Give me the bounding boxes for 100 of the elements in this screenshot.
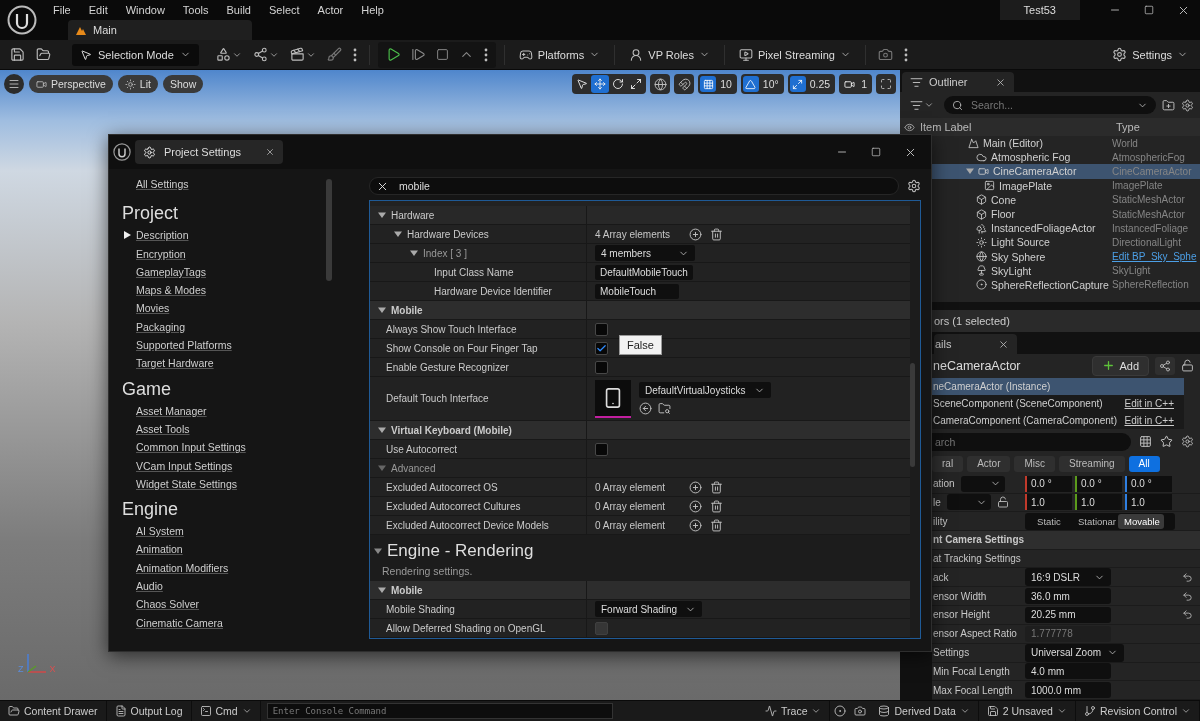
scrollbar-thumb[interactable] (910, 363, 915, 467)
status-bar-button[interactable]: Cmd (191, 700, 261, 721)
checkbox[interactable] (595, 360, 608, 374)
asset-thumbnail[interactable] (595, 379, 631, 418)
component-row[interactable]: CameraComponent (CameraComponent) Edit in C++ (932, 411, 1184, 429)
segment-option[interactable]: Movable (1118, 513, 1164, 529)
expander-arrow-icon[interactable] (378, 306, 386, 314)
component-row[interactable]: neCameraActor (Instance) (932, 377, 1184, 395)
filter-tab[interactable]: Actor (967, 455, 1011, 472)
toolbar-menu[interactable]: Pixel Streaming (732, 42, 857, 67)
nav-link[interactable]: AI System (136, 522, 184, 541)
component-row[interactable]: SceneComponent (SceneComponent) Edit in C++ (932, 394, 1184, 412)
nav-link[interactable]: GameplayTags (136, 262, 207, 282)
category-row[interactable]: Mobile (370, 581, 910, 600)
snap-button[interactable]: 1 (839, 74, 872, 94)
nav-link[interactable]: Animation (136, 540, 183, 559)
group-row[interactable]: Hardware (370, 206, 910, 225)
snap-button[interactable]: 0.25 (787, 74, 836, 94)
transform-tool[interactable] (591, 75, 610, 93)
number-field[interactable]: 1.0 (1025, 494, 1072, 511)
settings-icon[interactable] (1181, 435, 1194, 449)
window-tab[interactable]: Project Settings (135, 140, 283, 164)
checkbox[interactable] (595, 341, 608, 355)
outliner-row[interactable]: Floor StaticMeshActor (932, 206, 1200, 222)
blueprint-button[interactable] (1155, 356, 1175, 375)
add-element-icon[interactable] (689, 499, 702, 513)
outliner-tab[interactable]: Outliner (902, 72, 1014, 92)
struct-dropdown[interactable]: 4 members (595, 245, 695, 261)
layout-button[interactable] (876, 74, 896, 94)
viewport-option-button[interactable]: Show (162, 75, 204, 93)
add-element-icon[interactable] (689, 227, 702, 241)
nav-link[interactable]: Animation Modifiers (136, 558, 229, 578)
nav-link[interactable]: VCam Input Settings (136, 456, 233, 475)
input-field[interactable]: 4.0 mm (1025, 663, 1111, 680)
input-field[interactable]: MobileTouch (595, 283, 679, 299)
trash-icon[interactable] (710, 227, 723, 241)
number-field[interactable]: 0.0 ° (1025, 475, 1072, 492)
reset-icon[interactable] (1182, 609, 1193, 621)
snap-button[interactable]: 10° (740, 74, 784, 94)
search-input[interactable]: Search... (969, 98, 1131, 112)
menu-item[interactable]: Window (116, 0, 174, 20)
menu-item[interactable]: File (44, 0, 80, 20)
trash-icon[interactable] (710, 518, 723, 532)
outliner-row[interactable]: Atmospheric Fog AtmosphericFog (932, 150, 1200, 165)
filter-tab[interactable]: All (1128, 455, 1160, 472)
menu-item[interactable]: Build (217, 0, 260, 20)
number-field[interactable]: 0.0 ° (1075, 475, 1122, 492)
outliner-row[interactable]: ImagePlate ImagePlate (932, 178, 1200, 193)
edit-code-link[interactable]: Edit in C++ (1124, 414, 1174, 426)
nav-link[interactable]: Maps & Modes (136, 281, 207, 300)
checkbox[interactable] (595, 322, 608, 336)
engine-logo-icon[interactable] (7, 5, 37, 35)
edit-code-link[interactable]: Edit in C++ (1124, 397, 1174, 409)
viewport-option-button[interactable]: Lit (117, 75, 158, 93)
nav-link[interactable]: All Settings (136, 175, 189, 194)
filter-tab[interactable]: Streaming (1059, 455, 1125, 472)
number-field[interactable]: 0.0 ° (1125, 475, 1172, 492)
status-bar-button[interactable]: Revision Control (1075, 700, 1200, 721)
nav-link[interactable]: Description (136, 226, 189, 245)
toolbar-menu[interactable]: Platforms (512, 42, 607, 67)
input-field[interactable]: 36.0 mm (1025, 588, 1111, 605)
reset-icon[interactable] (1182, 590, 1193, 602)
folder-plus-icon[interactable] (1162, 98, 1175, 112)
expander-arrow-icon[interactable] (966, 167, 974, 176)
unlock-icon[interactable] (1181, 359, 1194, 373)
close-icon[interactable] (265, 147, 275, 157)
status-bar-button[interactable]: Derived Data (870, 700, 979, 721)
add-element-icon[interactable] (689, 480, 702, 494)
group-row[interactable]: Advanced (370, 459, 910, 478)
category-row[interactable]: Virtual Keyboard (Mobile) (370, 421, 910, 440)
dropdown-field[interactable]: Forward Shading (595, 601, 703, 617)
search-input[interactable]: mobile (397, 179, 892, 193)
filter-tab[interactable]: Misc (1014, 455, 1056, 472)
nav-link[interactable]: Supported Platforms (136, 336, 232, 355)
viewport-menu-button[interactable] (4, 74, 24, 94)
search-field[interactable]: mobile (369, 177, 899, 195)
nav-link[interactable]: Widget State Settings (136, 474, 237, 494)
menu-item[interactable]: Tools (173, 0, 218, 20)
viewport-option-button[interactable]: Perspective (29, 75, 113, 93)
close-icon[interactable] (995, 76, 1006, 88)
outliner-row[interactable]: Sky Sphere Edit BP_Sky_Sphe (932, 249, 1200, 264)
unlock-icon[interactable] (996, 496, 1009, 509)
input-field[interactable]: 20.25 mm (1025, 607, 1111, 623)
status-bar-button[interactable]: Output Log (106, 700, 192, 721)
nav-link[interactable]: Asset Manager (136, 401, 207, 420)
grid-icon[interactable] (1139, 435, 1152, 449)
segment-option[interactable]: Static (1026, 513, 1072, 529)
nav-link[interactable]: Movies (136, 299, 170, 318)
status-bar-button[interactable]: Content Drawer (0, 700, 107, 721)
menu-item[interactable]: Edit (79, 0, 117, 20)
outliner-row[interactable]: Main (Editor) World (932, 136, 1200, 151)
checkbox[interactable] (595, 442, 608, 456)
add-component-button[interactable]: Add (1092, 355, 1149, 376)
browse-icon[interactable] (658, 402, 671, 415)
console-input[interactable]: Enter Console Command (266, 703, 613, 719)
nav-link[interactable]: Target Hardware (136, 354, 214, 373)
filter-tab[interactable]: ral (932, 455, 964, 472)
outliner-row[interactable]: Cone StaticMeshActor (932, 192, 1200, 207)
scrollbar-thumb[interactable] (326, 179, 332, 281)
expander-arrow-icon[interactable] (378, 426, 386, 434)
